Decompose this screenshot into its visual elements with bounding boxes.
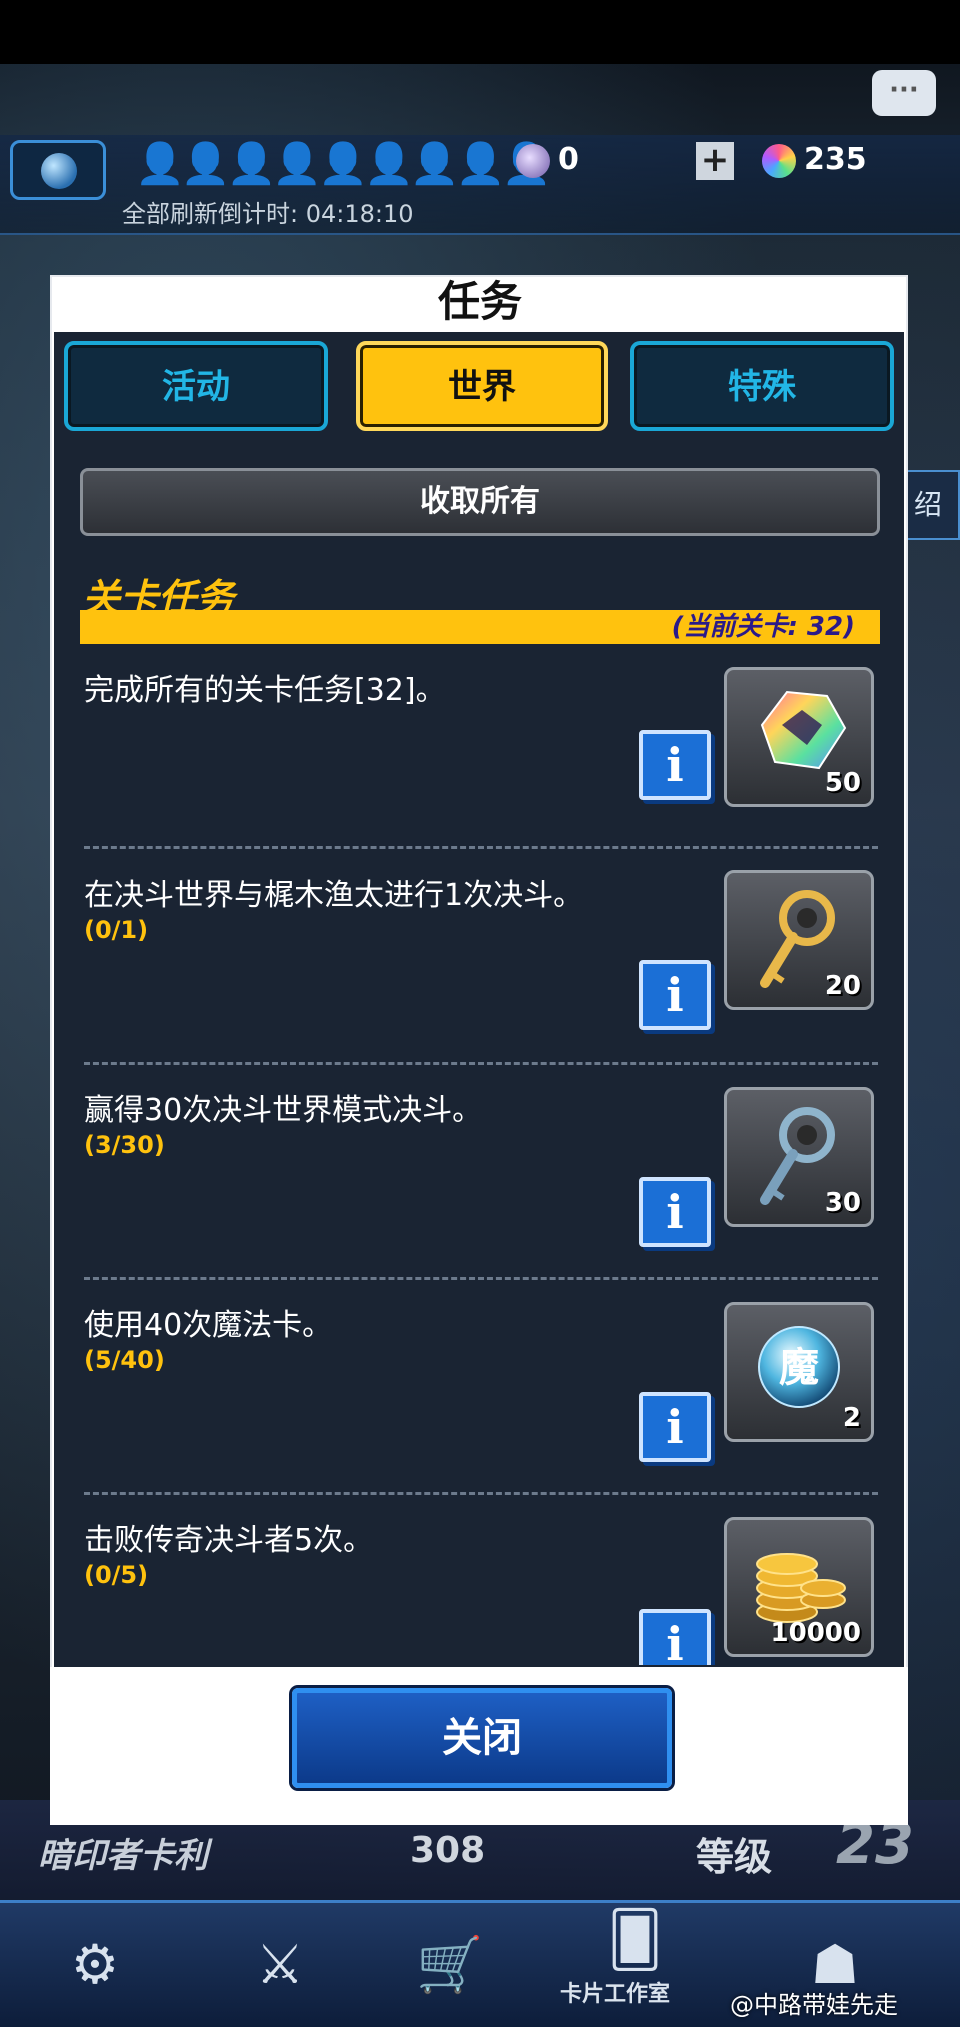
chat-icon[interactable]: ··· bbox=[872, 70, 936, 116]
rank-label: 等级 bbox=[696, 1835, 773, 1879]
duelist-icon[interactable]: ⚙ bbox=[40, 1915, 150, 2015]
reward-count: 10000 bbox=[770, 1618, 861, 1648]
duelist-value: 308 bbox=[410, 1830, 486, 1871]
swords-icon[interactable]: ⚔ bbox=[225, 1915, 335, 2015]
cart-icon[interactable]: 🛒 bbox=[395, 1915, 505, 2015]
orb-currency-icon bbox=[516, 143, 550, 178]
dialog-title: 任务 bbox=[437, 277, 522, 326]
mission-item: 在决斗世界与梶木渔太进行1次决斗。 (0/1) i 20 bbox=[54, 870, 904, 1080]
info-button[interactable]: i bbox=[639, 1177, 711, 1247]
tab-special[interactable]: 特殊 bbox=[630, 341, 894, 431]
mission-progress: (5/40) bbox=[84, 1346, 165, 1374]
divider bbox=[84, 1062, 878, 1065]
gem-currency-icon bbox=[762, 143, 796, 178]
mission-text: 击败传奇决斗者5次。 bbox=[84, 1523, 374, 1558]
info-button[interactable]: i bbox=[639, 1609, 711, 1665]
mission-progress: (3/30) bbox=[84, 1131, 165, 1159]
reward-slot[interactable]: 魔 2 bbox=[724, 1302, 874, 1442]
reward-count: 30 bbox=[824, 1188, 861, 1218]
mission-text: 完成所有的关卡任务[32]。 bbox=[84, 673, 446, 708]
current-stage: (当前关卡: 32) bbox=[671, 612, 855, 642]
tab-activity[interactable]: 活动 bbox=[64, 341, 328, 431]
reward-count: 2 bbox=[842, 1403, 861, 1433]
gem-currency: 235 bbox=[762, 142, 867, 178]
mission-text: 在决斗世界与梶木渔太进行1次决斗。 bbox=[84, 878, 584, 913]
reward-count: 50 bbox=[824, 768, 861, 798]
divider bbox=[84, 1277, 878, 1280]
reward-slot[interactable]: 30 bbox=[724, 1087, 874, 1227]
mission-text: 使用40次魔法卡。 bbox=[84, 1308, 333, 1343]
divider bbox=[84, 846, 878, 849]
orb-currency-value: 0 bbox=[558, 142, 579, 177]
reward-slot[interactable]: 50 bbox=[724, 667, 874, 807]
orb-currency: 0 bbox=[516, 142, 579, 178]
status-bar bbox=[0, 0, 960, 64]
info-button[interactable]: i bbox=[639, 1392, 711, 1462]
reward-slot[interactable]: 20 bbox=[724, 870, 874, 1010]
mission-item: 击败传奇决斗者5次。 (0/5) i 10000 bbox=[54, 1515, 904, 1665]
reward-slot[interactable]: 10000 bbox=[724, 1517, 874, 1657]
info-button[interactable]: i bbox=[639, 960, 711, 1030]
side-panel-tab[interactable]: 绍 bbox=[906, 470, 960, 540]
cards-icon[interactable]: 🂠 bbox=[580, 1890, 690, 1990]
card-workshop-label: 卡片工作室 bbox=[560, 1982, 671, 2007]
menu-orb-button[interactable] bbox=[10, 140, 106, 200]
collect-all-button[interactable]: 收取所有 bbox=[80, 468, 880, 536]
player-slots: 👤👤👤👤👤👤👤👤👤 bbox=[135, 141, 551, 187]
gem-currency-value: 235 bbox=[804, 142, 867, 177]
duelist-name: 暗印者卡利 bbox=[38, 1836, 208, 1876]
mission-text: 赢得30次决斗世界模式决斗。 bbox=[84, 1093, 483, 1128]
add-currency-button[interactable]: + bbox=[696, 142, 734, 180]
svg-text:魔: 魔 bbox=[779, 1345, 819, 1391]
divider bbox=[84, 1492, 878, 1495]
close-button[interactable]: 关闭 bbox=[292, 1688, 672, 1788]
tab-world[interactable]: 世界 bbox=[356, 341, 608, 431]
mission-item: 赢得30次决斗世界模式决斗。 (3/30) i 30 bbox=[54, 1085, 904, 1295]
watermark: @中路带娃先走 bbox=[730, 1991, 898, 2019]
mission-progress: (0/5) bbox=[84, 1561, 149, 1589]
mission-item: 使用40次魔法卡。 (5/40) i 魔 2 bbox=[54, 1300, 904, 1510]
reward-count: 20 bbox=[824, 971, 861, 1001]
mission-progress: (0/1) bbox=[84, 916, 149, 944]
refresh-timer: 全部刷新倒计时: 04:18:10 bbox=[122, 200, 414, 228]
info-button[interactable]: i bbox=[639, 730, 711, 800]
mission-item: 完成所有的关卡任务[32]。 i 50 bbox=[54, 655, 904, 865]
